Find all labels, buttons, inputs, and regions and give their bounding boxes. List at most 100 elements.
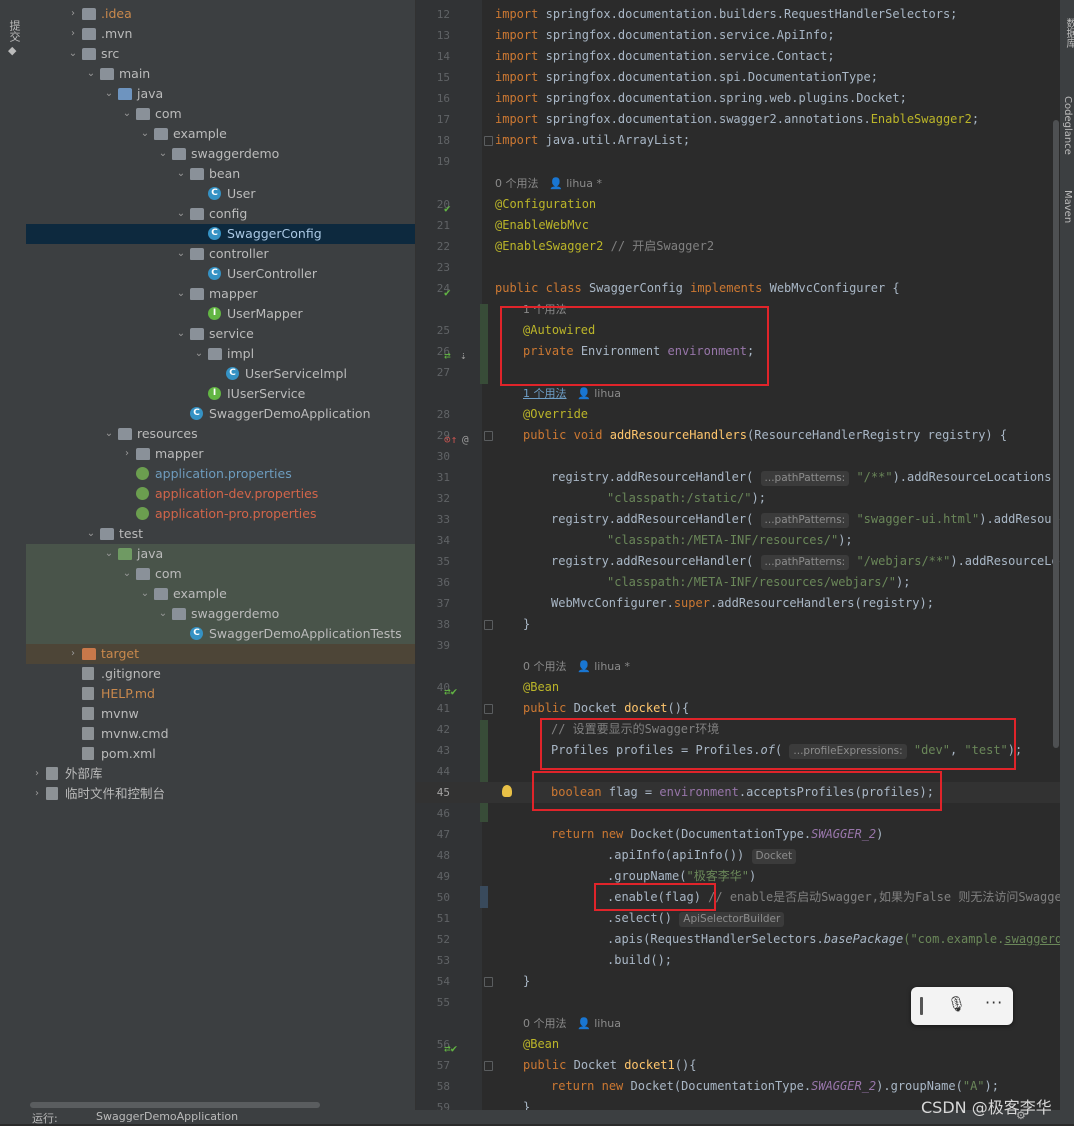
run-config-tab[interactable]: SwaggerDemoApplication [96, 1110, 238, 1123]
chevron-right-icon[interactable]: › [68, 644, 78, 664]
fold-marker[interactable] [484, 620, 493, 630]
tree-item-label: application-dev.properties [155, 486, 319, 501]
package-icon [190, 208, 204, 220]
chevron-down-icon[interactable]: ⌄ [122, 564, 132, 584]
tree-item[interactable]: mvnw.cmd [26, 724, 415, 744]
tree-item[interactable]: ⌄ java [26, 84, 415, 104]
tree-item[interactable]: ⌄ service [26, 324, 415, 344]
tree-item[interactable]: ⌄ impl [26, 344, 415, 364]
fold-marker[interactable] [484, 136, 493, 146]
tree-item[interactable]: › 外部库 [26, 764, 415, 784]
author-icon: 👤 [577, 1017, 591, 1030]
chevron-down-icon[interactable]: ⌄ [140, 584, 150, 604]
drag-handle[interactable] [920, 997, 923, 1015]
microphone-icon[interactable]: 🎙 [947, 995, 966, 1013]
chevron-right-icon[interactable]: › [122, 444, 132, 464]
database-tool-tab[interactable]: 数据库 [1062, 18, 1074, 48]
chevron-down-icon[interactable]: ⌄ [104, 424, 114, 444]
tree-item[interactable]: ⌄ bean [26, 164, 415, 184]
tree-item[interactable]: I UserMapper [26, 304, 415, 324]
editor-vertical-scrollbar[interactable] [1053, 120, 1059, 748]
usage-hint[interactable]: 0 个用法 👤 lihua * [523, 656, 1061, 677]
tree-horizontal-scrollbar[interactable] [30, 1102, 320, 1108]
spring-class-icon: C [190, 627, 203, 640]
tree-item-label: UserMapper [227, 306, 303, 321]
tree-item[interactable]: ⌄ src [26, 44, 415, 64]
tree-item[interactable]: ⌄ mapper [26, 284, 415, 304]
chevron-right-icon[interactable]: › [68, 24, 78, 44]
chevron-down-icon[interactable]: ⌄ [176, 204, 186, 224]
tree-item[interactable]: I IUserService [26, 384, 415, 404]
tree-item[interactable]: ⌄ com [26, 104, 415, 124]
commit-tool-tab[interactable]: 提交 [6, 20, 22, 42]
resources-folder-icon [118, 428, 132, 440]
chevron-down-icon[interactable]: ⌄ [104, 84, 114, 104]
tree-item[interactable]: C User [26, 184, 415, 204]
tree-item[interactable]: .gitignore [26, 664, 415, 684]
tree-item[interactable]: › 临时文件和控制台 [26, 784, 415, 804]
tree-item[interactable]: ⌄ test [26, 524, 415, 544]
commit-icon[interactable]: ◆ [8, 44, 16, 57]
tree-item[interactable]: ⌄ java [26, 544, 415, 564]
tree-item[interactable]: C UserController [26, 264, 415, 284]
chevron-down-icon[interactable]: ⌄ [176, 324, 186, 344]
chevron-down-icon[interactable]: ⌄ [86, 64, 96, 84]
tree-item-label: src [101, 46, 120, 61]
maven-tool-tab[interactable]: Maven [1062, 190, 1073, 223]
fold-marker[interactable] [484, 1061, 493, 1071]
tree-item[interactable]: C SwaggerDemoApplicationTests [26, 624, 415, 644]
tree-item[interactable]: application.properties [26, 464, 415, 484]
tree-item-label: .gitignore [101, 666, 161, 681]
chevron-down-icon[interactable]: ⌄ [104, 544, 114, 564]
spring-bean-gutter-icon[interactable]: ✔ [444, 282, 451, 303]
tree-item[interactable]: HELP.md [26, 684, 415, 704]
tree-item[interactable]: ⌄ config [26, 204, 415, 224]
tree-item-label: example [173, 126, 227, 141]
tree-item[interactable]: ⌄ swaggerdemo [26, 604, 415, 624]
usage-hint[interactable]: 1 个用法 👤 lihua [523, 383, 1061, 404]
tree-item-label: service [209, 326, 254, 341]
chevron-down-icon[interactable]: ⌄ [176, 244, 186, 264]
chevron-down-icon[interactable]: ⌄ [158, 604, 168, 624]
chevron-down-icon[interactable]: ⌄ [140, 124, 150, 144]
tree-item[interactable]: ⌄ main [26, 64, 415, 84]
fold-marker[interactable] [484, 704, 493, 714]
tree-item[interactable]: ⌄ example [26, 124, 415, 144]
fold-marker[interactable] [484, 431, 493, 441]
tree-item[interactable]: ⌄ com [26, 564, 415, 584]
chevron-down-icon[interactable]: ⌄ [176, 164, 186, 184]
tree-item[interactable]: application-dev.properties [26, 484, 415, 504]
chevron-down-icon[interactable]: ⌄ [158, 144, 168, 164]
tree-item-label: .mvn [101, 26, 133, 41]
chevron-right-icon[interactable]: › [32, 764, 42, 784]
more-options-icon[interactable]: ··· [985, 993, 1003, 1012]
tree-item[interactable]: ⌄ swaggerdemo [26, 144, 415, 164]
tree-item[interactable]: ⌄ example [26, 584, 415, 604]
tree-item[interactable]: mvnw [26, 704, 415, 724]
tree-item[interactable]: C SwaggerConfig [26, 224, 415, 244]
tree-item[interactable]: pom.xml [26, 744, 415, 764]
tree-item[interactable]: › .idea [26, 4, 415, 24]
chevron-right-icon[interactable]: › [32, 784, 42, 804]
chevron-down-icon[interactable]: ⌄ [68, 44, 78, 64]
chevron-right-icon[interactable]: › [68, 4, 78, 24]
tree-item[interactable]: ⌄ controller [26, 244, 415, 264]
chevron-down-icon[interactable]: ⌄ [176, 284, 186, 304]
chevron-down-icon[interactable]: ⌄ [86, 524, 96, 544]
folder-icon [82, 28, 96, 40]
tree-item[interactable]: C SwaggerDemoApplication [26, 404, 415, 424]
tree-item[interactable]: › mapper [26, 444, 415, 464]
code-editor[interactable]: 12 import springfox.documentation.builder… [415, 0, 1061, 1110]
chevron-down-icon[interactable]: ⌄ [194, 344, 204, 364]
tree-item[interactable]: application-pro.properties [26, 504, 415, 524]
tree-item[interactable]: C UserServiceImpl [26, 364, 415, 384]
tree-item-label: mapper [209, 286, 258, 301]
usage-hint[interactable]: 0 个用法 👤 lihua * [495, 173, 1061, 194]
chevron-down-icon[interactable]: ⌄ [122, 104, 132, 124]
intention-bulb-icon[interactable] [502, 785, 512, 797]
codeglance-tool-tab[interactable]: Codeglance [1062, 96, 1073, 155]
fold-marker[interactable] [484, 977, 493, 987]
tree-item[interactable]: › target [26, 644, 415, 664]
tree-item[interactable]: ⌄ resources [26, 424, 415, 444]
tree-item[interactable]: › .mvn [26, 24, 415, 44]
